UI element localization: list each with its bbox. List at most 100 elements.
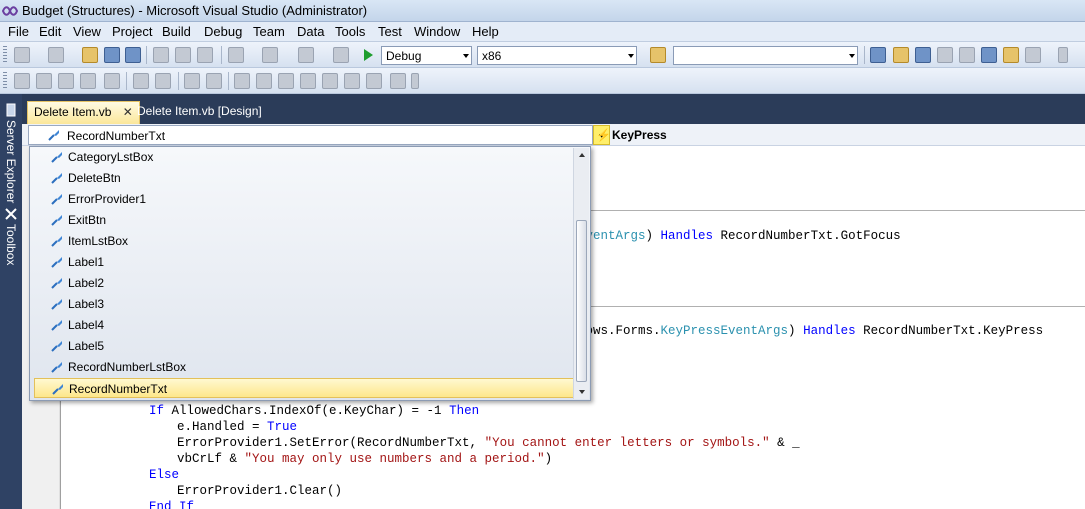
list-item-label: ErrorProvider1 bbox=[68, 192, 147, 206]
scroll-down-icon[interactable] bbox=[579, 390, 585, 394]
display-parameter-info-icon[interactable] bbox=[36, 73, 52, 89]
list-item[interactable]: RecordNumberLstBox bbox=[34, 357, 574, 377]
toolbar-options-icon[interactable] bbox=[1058, 47, 1068, 63]
list-item[interactable]: Label1 bbox=[34, 252, 574, 272]
menu-debug[interactable]: Debug bbox=[202, 24, 244, 39]
list-item-label: Label4 bbox=[68, 318, 105, 332]
more-windows-icon[interactable] bbox=[1025, 47, 1041, 63]
undo-icon[interactable] bbox=[228, 47, 244, 63]
new-project-icon[interactable] bbox=[14, 47, 30, 63]
decrease-indent-icon[interactable] bbox=[133, 73, 149, 89]
solution-configuration-select[interactable]: Debug bbox=[381, 46, 472, 65]
toolbar-grip[interactable] bbox=[3, 72, 7, 90]
solution-platform-select[interactable]: x86 bbox=[477, 46, 637, 65]
navigate-forward-icon[interactable] bbox=[333, 47, 349, 63]
menu-tools[interactable]: Tools bbox=[333, 24, 367, 39]
scrollbar-thumb[interactable] bbox=[576, 220, 587, 382]
list-item[interactable]: ItemLstBox bbox=[34, 231, 574, 251]
previous-bookmark-in-document-icon[interactable] bbox=[344, 73, 360, 89]
find-in-files-icon[interactable] bbox=[650, 47, 666, 63]
scroll-up-icon[interactable] bbox=[579, 153, 585, 157]
comment-out-lines-icon[interactable] bbox=[184, 73, 200, 89]
list-item[interactable]: ErrorProvider1 bbox=[34, 189, 574, 209]
save-all-icon[interactable] bbox=[125, 47, 141, 63]
list-item[interactable]: CategoryLstBox bbox=[34, 147, 574, 167]
code-token: KeyPressEventArgs bbox=[660, 324, 789, 338]
event-lightning-icon: ⚡ bbox=[596, 128, 611, 142]
start-debugging-icon[interactable] bbox=[360, 47, 376, 63]
method-name-value: KeyPress bbox=[612, 128, 667, 142]
menu-help[interactable]: Help bbox=[470, 24, 501, 39]
code-token: Then bbox=[449, 404, 480, 418]
menu-project[interactable]: Project bbox=[110, 24, 154, 39]
toolbox-icon[interactable] bbox=[937, 47, 953, 63]
extension-manager-icon[interactable] bbox=[959, 47, 975, 63]
class-name-dropdown-list[interactable]: CategoryLstBox DeleteBtn ErrorProvider1 … bbox=[29, 146, 591, 401]
object-browser-icon[interactable] bbox=[915, 47, 931, 63]
display-object-member-list-icon[interactable] bbox=[14, 73, 30, 89]
menu-test[interactable]: Test bbox=[376, 24, 404, 39]
list-item[interactable]: DeleteBtn bbox=[34, 168, 574, 188]
dropdown-scrollbar[interactable] bbox=[573, 148, 589, 399]
server-explorer-tab[interactable]: Server Explorer bbox=[2, 120, 20, 203]
list-item-label: RecordNumberTxt bbox=[69, 382, 168, 396]
list-item-label: Label1 bbox=[68, 255, 105, 269]
list-item[interactable]: Label4 bbox=[34, 315, 574, 335]
control-field-icon bbox=[51, 278, 62, 289]
list-item-label: Label5 bbox=[68, 339, 105, 353]
increase-indent-icon[interactable] bbox=[155, 73, 171, 89]
list-item[interactable]: ExitBtn bbox=[34, 210, 574, 230]
menu-data[interactable]: Data bbox=[295, 24, 326, 39]
previous-bookmark-icon[interactable] bbox=[256, 73, 272, 89]
menu-view[interactable]: View bbox=[71, 24, 103, 39]
toolbox-tab[interactable]: Toolbox bbox=[2, 224, 20, 265]
save-icon[interactable] bbox=[104, 47, 120, 63]
command-window-icon[interactable] bbox=[1003, 47, 1019, 63]
redo-icon[interactable] bbox=[262, 47, 278, 63]
list-item[interactable]: Label5 bbox=[34, 336, 574, 356]
next-bookmark-in-folder-icon[interactable] bbox=[322, 73, 338, 89]
class-name-select[interactable]: RecordNumberTxt bbox=[28, 125, 593, 145]
cut-icon[interactable] bbox=[153, 47, 169, 63]
start-page-icon[interactable] bbox=[981, 47, 997, 63]
toolbar-grip[interactable] bbox=[3, 46, 7, 64]
solution-explorer-icon[interactable] bbox=[870, 47, 886, 63]
control-field-icon bbox=[51, 299, 62, 310]
text-editor-toolbar bbox=[0, 68, 1085, 94]
code-line-gotfocus: EventArgs) Handles RecordNumberTxt.GotFo… bbox=[578, 228, 901, 244]
paste-icon[interactable] bbox=[197, 47, 213, 63]
toolbar-options-icon[interactable] bbox=[411, 73, 419, 89]
display-quick-info-icon[interactable] bbox=[58, 73, 74, 89]
add-item-icon[interactable] bbox=[48, 47, 64, 63]
tab-delete-item-vb[interactable]: Delete Item.vb ✕ bbox=[27, 101, 140, 124]
list-item-label: Label3 bbox=[68, 297, 105, 311]
open-file-icon[interactable] bbox=[82, 47, 98, 63]
list-item[interactable]: Label2 bbox=[34, 273, 574, 293]
find-combo-box[interactable] bbox=[673, 46, 858, 65]
menu-file[interactable]: File bbox=[6, 24, 31, 39]
display-word-completion-icon[interactable] bbox=[80, 73, 96, 89]
code-token: True bbox=[267, 420, 298, 434]
previous-bookmark-in-folder-icon[interactable] bbox=[300, 73, 316, 89]
next-bookmark-in-document-icon[interactable] bbox=[366, 73, 382, 89]
bookmark-icon[interactable] bbox=[104, 73, 120, 89]
menu-window[interactable]: Window bbox=[412, 24, 462, 39]
toolbar-separator bbox=[864, 46, 865, 64]
properties-window-icon[interactable] bbox=[893, 47, 909, 63]
list-item[interactable]: Label3 bbox=[34, 294, 574, 314]
control-field-icon bbox=[51, 257, 62, 268]
code-token: ErrorProvider1.SetError(RecordNumberTxt, bbox=[177, 436, 485, 450]
menu-team[interactable]: Team bbox=[251, 24, 287, 39]
menu-build[interactable]: Build bbox=[160, 24, 193, 39]
uncomment-lines-icon[interactable] bbox=[206, 73, 222, 89]
code-line-handled: e.Handled = True bbox=[177, 419, 297, 435]
navigate-backward-icon[interactable] bbox=[298, 47, 314, 63]
method-name-select[interactable]: ⚡ KeyPress bbox=[592, 125, 1082, 145]
list-item-selected[interactable]: RecordNumberTxt bbox=[34, 378, 574, 398]
copy-icon[interactable] bbox=[175, 47, 191, 63]
clear-bookmarks-icon[interactable] bbox=[390, 73, 406, 89]
toggle-bookmark-icon[interactable] bbox=[234, 73, 250, 89]
next-bookmark-icon[interactable] bbox=[278, 73, 294, 89]
menu-edit[interactable]: Edit bbox=[37, 24, 63, 39]
tab-delete-item-vb-design[interactable]: Delete Item.vb [Design] bbox=[131, 101, 268, 124]
